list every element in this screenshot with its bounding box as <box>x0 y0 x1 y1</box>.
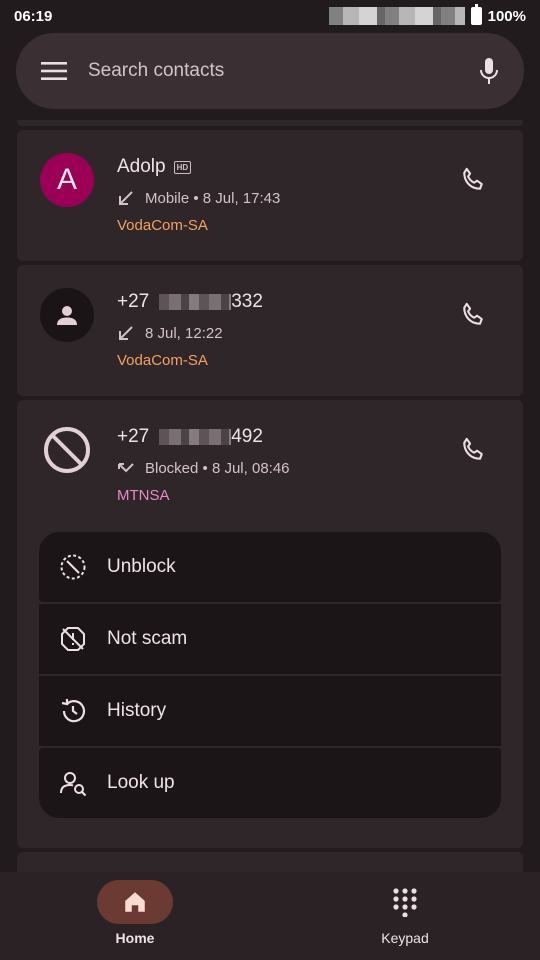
status-notification-icons <box>328 7 465 25</box>
phone-number: +27 492 <box>117 426 263 447</box>
battery-icon <box>470 4 482 25</box>
unblock-button[interactable]: Unblock <box>39 532 501 602</box>
home-icon <box>125 892 145 912</box>
menu-icon[interactable] <box>40 60 68 82</box>
keypad-icon <box>393 888 417 917</box>
hd-icon: HD <box>173 160 192 174</box>
carrier-label: MTNSA <box>117 487 170 504</box>
call-detail: Mobile • 8 Jul, 17:43 <box>117 189 280 207</box>
call-actions: Unblock Not scam History Look up <box>39 532 501 818</box>
blocked-icon <box>44 427 90 473</box>
incoming-call-icon <box>117 324 135 342</box>
next-call-card-edge <box>17 852 523 872</box>
carrier-label: VodaCom-SA <box>117 352 208 369</box>
avatar <box>40 288 94 342</box>
look-up-button[interactable]: Look up <box>39 748 501 818</box>
redacted-digits <box>159 429 232 445</box>
nav-keypad-indicator <box>367 880 443 924</box>
not-scam-button[interactable]: Not scam <box>39 604 501 674</box>
call-detail: Blocked • 8 Jul, 08:46 <box>117 459 290 477</box>
bottom-navigation: Home Keypad <box>0 872 540 960</box>
call-detail: 8 Jul, 12:22 <box>117 324 223 342</box>
missed-blocked-call-icon <box>117 459 135 477</box>
incoming-call-icon <box>117 189 135 207</box>
status-icons: 100% <box>328 4 526 25</box>
call-log-item[interactable]: +27 332 8 Jul, 12:22 VodaCom-SA <box>17 265 523 396</box>
nav-keypad[interactable]: Keypad <box>270 872 540 960</box>
look-up-icon <box>59 769 87 797</box>
not-scam-icon <box>59 625 87 653</box>
redacted-digits <box>159 294 232 310</box>
call-button[interactable] <box>459 166 487 194</box>
unblock-icon <box>59 553 87 581</box>
battery-level: 100% <box>487 7 526 25</box>
microphone-icon[interactable] <box>478 57 500 85</box>
nav-home[interactable]: Home <box>0 872 270 960</box>
carrier-label: VodaCom-SA <box>117 217 208 234</box>
previous-call-card-edge <box>17 120 523 126</box>
status-bar: 06:19 100% <box>0 0 540 32</box>
status-time: 06:19 <box>14 7 53 25</box>
search-input[interactable]: Search contacts <box>88 60 478 82</box>
contact-name: Adolp HD <box>117 156 192 178</box>
person-icon <box>57 306 77 325</box>
avatar <box>40 423 94 477</box>
search-bar[interactable]: Search contacts <box>16 33 524 109</box>
call-log-item-expanded[interactable]: +27 492 Blocked • 8 Jul, 08:46 MTNSA Unb… <box>17 400 523 848</box>
phone-number: +27 332 <box>117 291 263 312</box>
avatar: A <box>40 153 94 207</box>
call-log-item[interactable]: A Adolp HD Mobile • 8 Jul, 17:43 VodaCom… <box>17 130 523 261</box>
call-button[interactable] <box>459 436 487 464</box>
history-icon <box>59 697 87 725</box>
nav-home-indicator <box>97 880 173 924</box>
call-button[interactable] <box>459 301 487 329</box>
history-button[interactable]: History <box>39 676 501 746</box>
